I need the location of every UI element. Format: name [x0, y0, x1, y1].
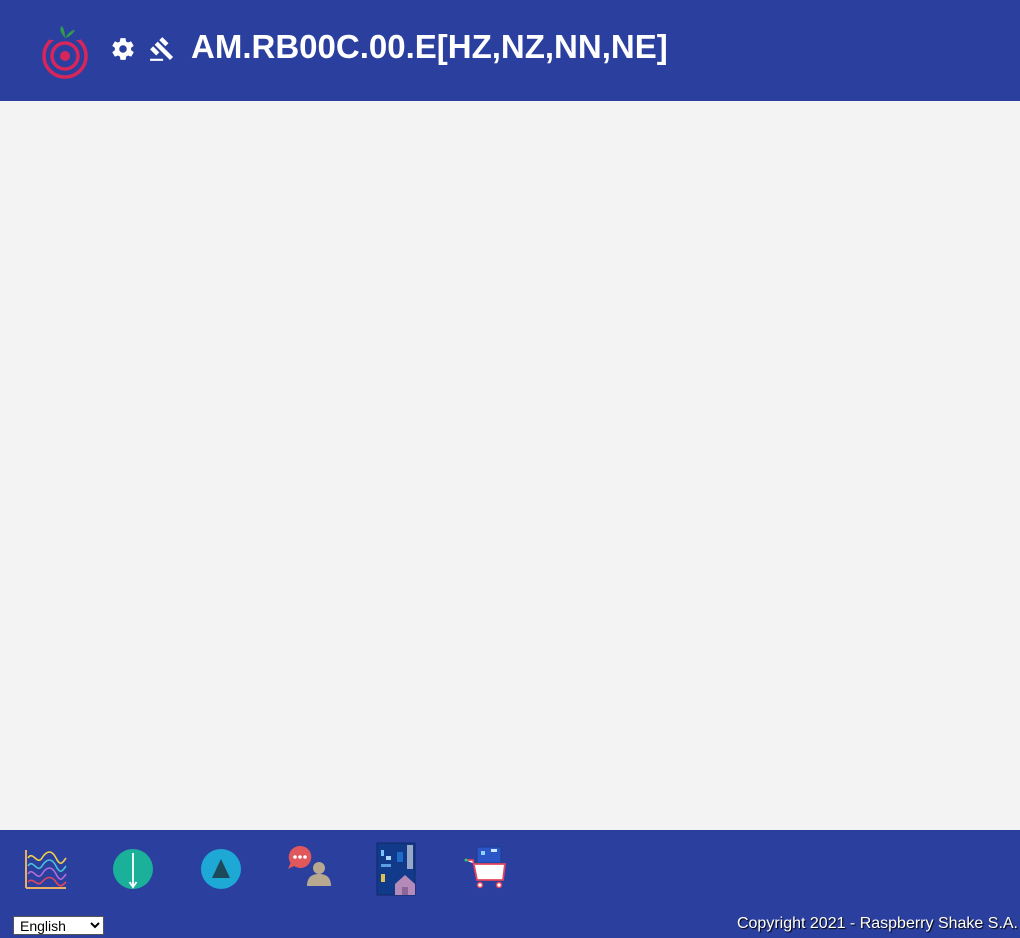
raspberry-shake-logo-icon[interactable]	[38, 24, 92, 80]
triangle-circle-icon[interactable]	[197, 842, 245, 896]
bottom-dock: English Copyright 2021 - Raspberry Shake…	[0, 830, 1020, 938]
gavel-icon[interactable]	[149, 36, 175, 62]
shop-cart-icon[interactable]	[461, 842, 509, 896]
page-title: AM.RB00C.00.E[HZ,NZ,NN,NE]	[191, 28, 668, 65]
gear-icon[interactable]	[110, 36, 136, 62]
language-select[interactable]: English	[13, 916, 104, 935]
down-arrow-circle-icon[interactable]	[109, 842, 157, 896]
copyright-text: Copyright 2021 - Raspberry Shake S.A.	[736, 915, 1018, 932]
main-content-area	[0, 101, 1020, 830]
board-home-icon[interactable]	[373, 842, 421, 896]
helicorder-waves-icon[interactable]	[22, 842, 70, 896]
top-app-bar: AM.RB00C.00.E[HZ,NZ,NN,NE]	[0, 0, 1020, 101]
chat-user-icon[interactable]	[285, 842, 333, 896]
